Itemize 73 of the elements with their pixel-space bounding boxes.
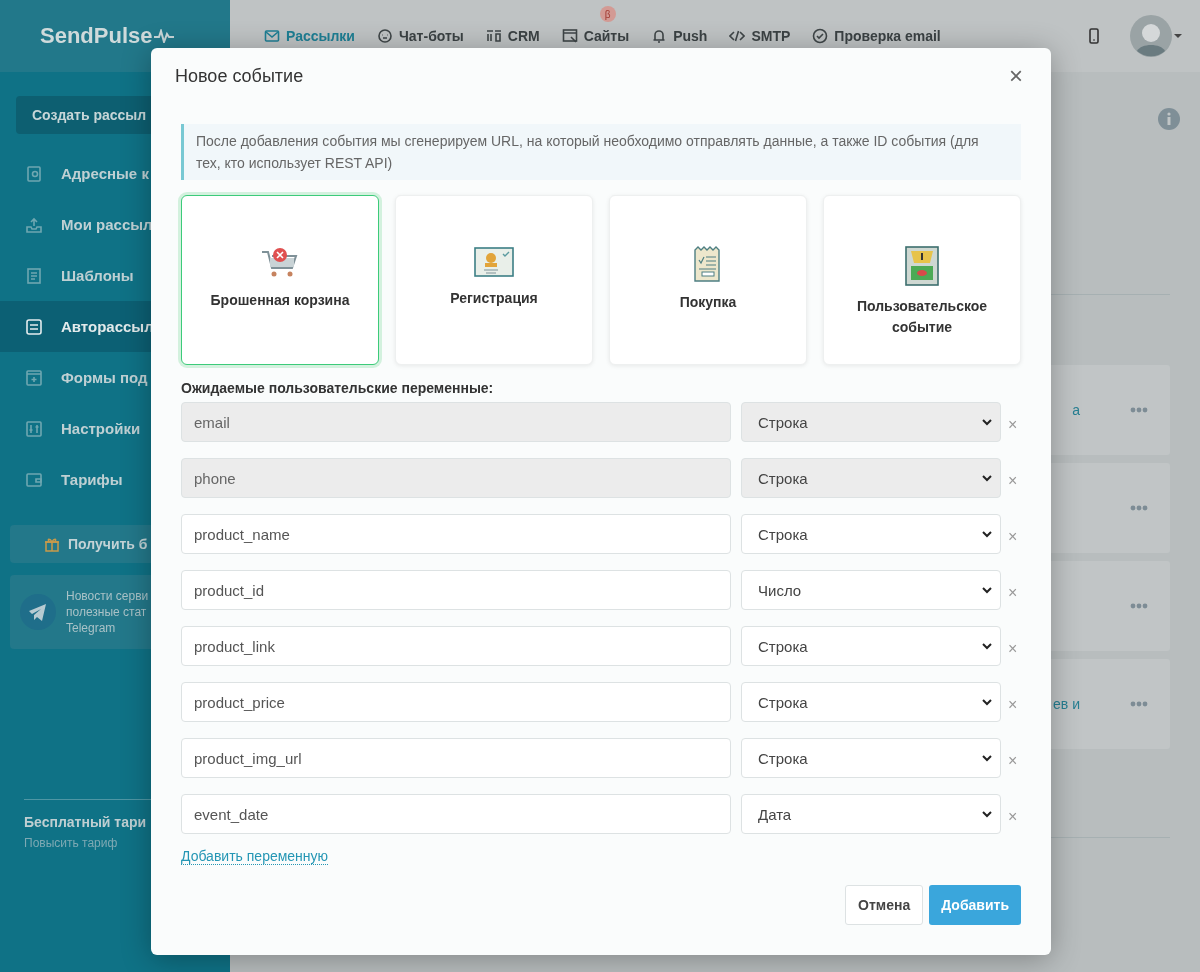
variable-type-select[interactable]: Дата bbox=[741, 794, 1001, 834]
upload-icon bbox=[25, 215, 43, 234]
sliders-icon bbox=[25, 419, 43, 438]
chevron-down-icon bbox=[982, 698, 992, 706]
event-type-card[interactable]: Брошенная корзина bbox=[181, 195, 379, 365]
nav-tab[interactable]: SMTP bbox=[729, 28, 791, 44]
event-type-card[interactable]: Регистрация bbox=[395, 195, 593, 365]
variable-name-field[interactable]: product_name bbox=[181, 514, 731, 554]
variable-name-field[interactable]: product_price bbox=[181, 682, 731, 722]
more-icon[interactable] bbox=[1130, 505, 1148, 511]
more-icon[interactable] bbox=[1130, 603, 1148, 609]
remove-button[interactable]: × bbox=[1005, 640, 1021, 658]
variable-type-select[interactable]: Строка bbox=[741, 682, 1001, 722]
pulse-icon bbox=[154, 29, 175, 43]
telegram-text: Новости серви полезные стат Telegram bbox=[66, 588, 149, 636]
remove-button[interactable]: × bbox=[1005, 472, 1021, 490]
remove-button[interactable]: × bbox=[1005, 416, 1021, 434]
chevron-down-icon bbox=[982, 810, 992, 818]
remove-button[interactable]: × bbox=[1005, 584, 1021, 602]
variable-name-field[interactable]: event_date bbox=[181, 794, 731, 834]
info-notice: После добавления события мы сгенерируем URL, на который необходимо отправлять данные, а также ID события (для тех, кто использует REST API) bbox=[181, 124, 1021, 180]
event-type-card[interactable]: Покупка bbox=[609, 195, 807, 365]
variable-name-field[interactable]: product_link bbox=[181, 626, 731, 666]
beta-badge: β bbox=[599, 6, 616, 22]
receipt-icon bbox=[693, 246, 723, 282]
chevron-down-icon bbox=[982, 642, 992, 650]
info-icon[interactable] bbox=[1158, 108, 1180, 130]
form-icon bbox=[25, 368, 43, 387]
chevron-down-icon bbox=[982, 474, 992, 482]
chat-bubble-icon bbox=[377, 28, 393, 44]
event-type-card[interactable]: Пользовательское событие bbox=[823, 195, 1021, 365]
device-icon bbox=[905, 246, 939, 286]
check-circle-icon bbox=[812, 28, 829, 44]
close-button[interactable]: × bbox=[1005, 62, 1027, 90]
phone-icon[interactable] bbox=[1088, 28, 1100, 44]
bell-icon bbox=[651, 28, 668, 44]
chevron-down-icon bbox=[982, 530, 992, 538]
nav-tab[interactable]: Чат-боты bbox=[377, 28, 464, 44]
avatar-icon[interactable] bbox=[1130, 15, 1184, 57]
code-icon bbox=[729, 28, 746, 44]
remove-button[interactable]: × bbox=[1005, 528, 1021, 546]
logo[interactable]: SendPulse bbox=[40, 23, 153, 49]
more-icon[interactable] bbox=[1130, 701, 1148, 707]
gift-icon bbox=[44, 536, 60, 552]
add-variable-link[interactable]: Добавить переменную bbox=[181, 848, 329, 865]
nav-tab[interactable]: Проверка email bbox=[812, 28, 941, 44]
nav-tab[interactable]: CRM bbox=[485, 28, 540, 44]
wallet-icon bbox=[25, 470, 43, 489]
variable-type-select[interactable]: Строка bbox=[741, 738, 1001, 778]
variables-label: Ожидаемые пользовательские переменные: bbox=[181, 380, 495, 396]
chevron-down-icon bbox=[982, 586, 992, 594]
variable-name-field[interactable]: product_id bbox=[181, 570, 731, 610]
more-icon[interactable] bbox=[1130, 407, 1148, 413]
id-card-icon bbox=[474, 246, 514, 278]
browser-window-icon bbox=[561, 28, 578, 44]
document-icon bbox=[25, 266, 43, 285]
remove-button[interactable]: × bbox=[1005, 696, 1021, 714]
variable-name-field[interactable]: product_img_url bbox=[181, 738, 731, 778]
telegram-icon bbox=[20, 594, 56, 630]
variable-type-select[interactable]: Строка bbox=[741, 626, 1001, 666]
nav-tab[interactable]: Push bbox=[651, 28, 708, 44]
chevron-down-icon bbox=[982, 418, 992, 426]
columns-icon bbox=[485, 28, 502, 44]
modal-title: Новое событие bbox=[175, 65, 304, 87]
cancel-button[interactable]: Отмена bbox=[845, 885, 924, 925]
remove-button[interactable]: × bbox=[1005, 808, 1021, 826]
remove-button[interactable]: × bbox=[1005, 752, 1021, 770]
variable-type-select[interactable]: Строка bbox=[741, 514, 1001, 554]
variable-type-select[interactable]: Число bbox=[741, 570, 1001, 610]
board-icon bbox=[25, 317, 43, 336]
book-icon bbox=[25, 164, 43, 183]
mail-icon bbox=[264, 28, 280, 44]
chevron-down-icon bbox=[982, 754, 992, 762]
